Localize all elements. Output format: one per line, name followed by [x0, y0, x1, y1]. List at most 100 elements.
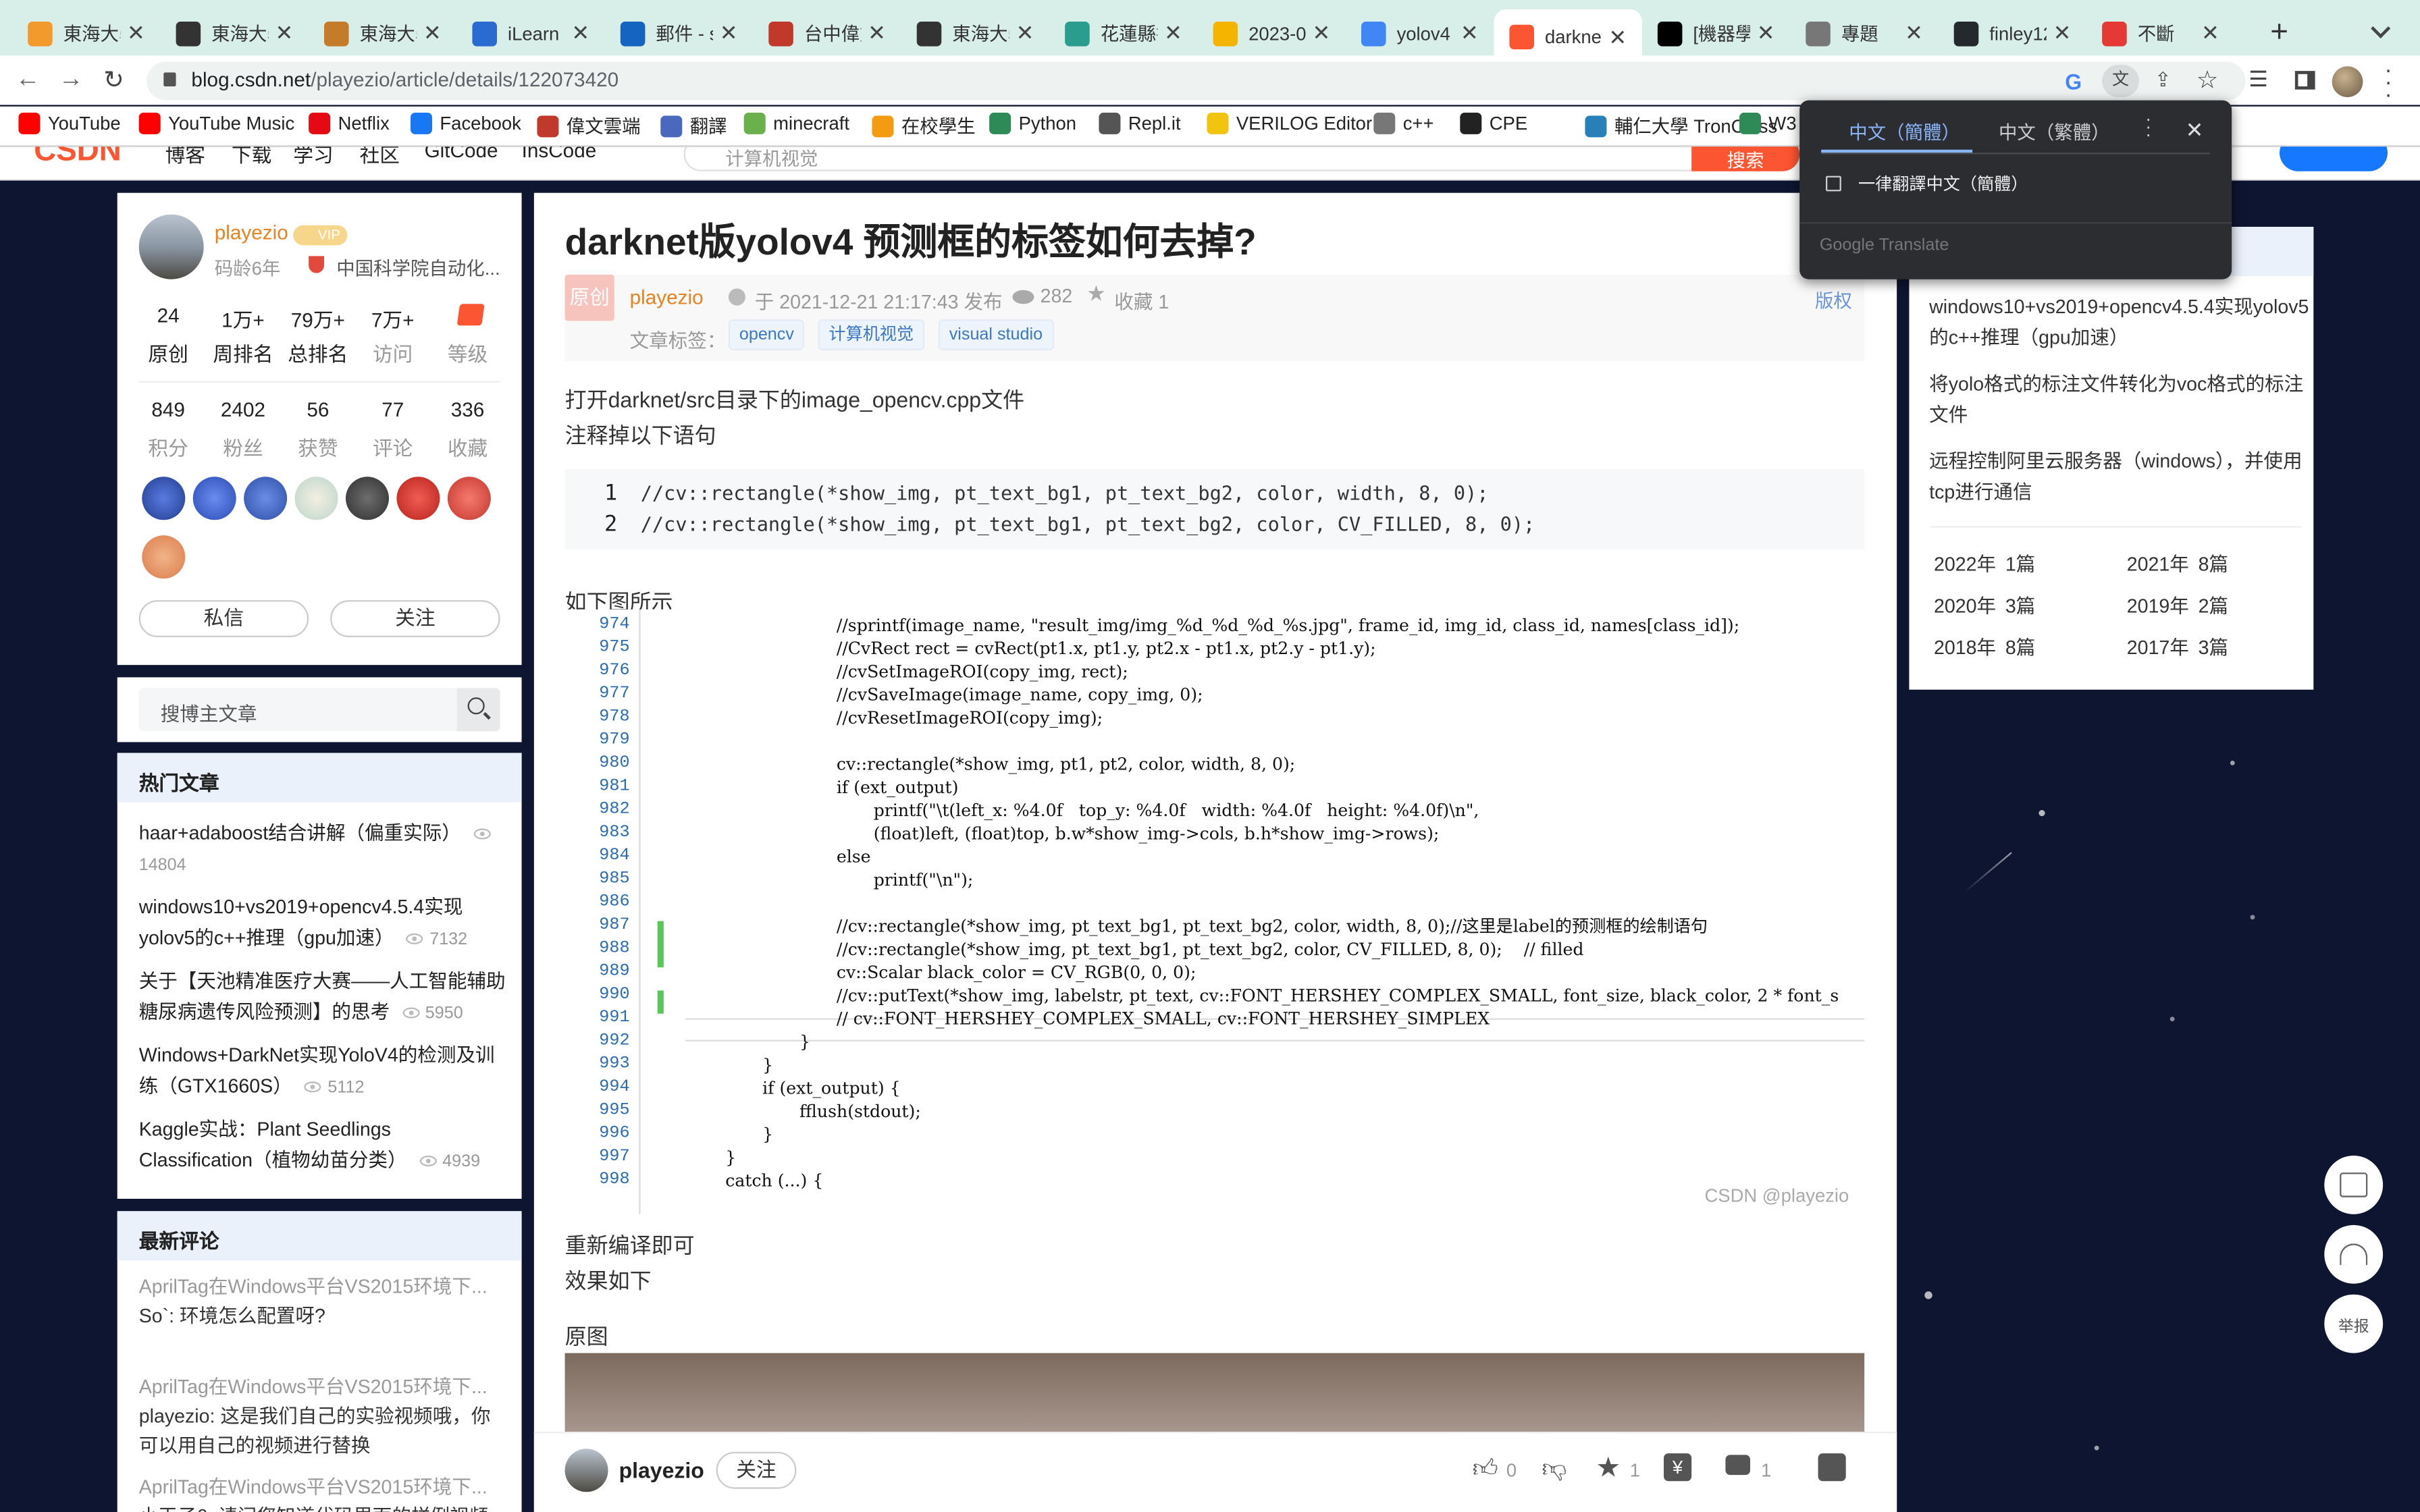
blog-search-input[interactable]: 搜博主文章 [138, 688, 457, 732]
archive-year-item[interactable]: 2022年 1篇 [1934, 547, 2035, 576]
bookmark-item[interactable]: Netflix [309, 112, 390, 134]
support-float-button[interactable] [2324, 1224, 2384, 1284]
bookmark-item[interactable]: VERILOG Editor [1207, 112, 1372, 134]
achievement-badge-monkey-icon[interactable] [447, 477, 491, 520]
csdn-search-input[interactable]: 计算机视觉 [683, 146, 1695, 171]
share-bottom-icon[interactable] [1818, 1453, 1846, 1482]
edit-float-button[interactable] [2324, 1156, 2384, 1214]
code-block[interactable]: 1 //cv::rectangle(*show_img, pt_text_bg1… [564, 468, 1865, 549]
tab-close-icon[interactable]: ✕ [571, 20, 589, 47]
tab-close-icon[interactable]: ✕ [2201, 20, 2219, 47]
bookmark-item[interactable]: CPE [1460, 112, 1527, 134]
csdn-search-button[interactable]: 搜索 [1691, 146, 1800, 171]
bottom-author-avatar[interactable] [564, 1449, 608, 1492]
copyright-link[interactable]: 版权 [1815, 287, 1852, 313]
csdn-nav-item[interactable]: 学习 [293, 146, 333, 168]
related-article-link[interactable]: 将yolo格式的标注文件转化为voc格式的标注文件 [1929, 369, 2309, 430]
back-button[interactable]: ← [16, 66, 41, 94]
browser-tab[interactable]: 東海大學 ✕ [901, 9, 1049, 57]
bookmark-item[interactable]: minecraft [743, 112, 849, 134]
hot-article-item[interactable]: Windows+DarkNet实现YoloV4的检测及训 练（GTX1660S） 5… [139, 1040, 510, 1104]
hot-article-item[interactable]: haar+adaboost结合讲解（偏重实际） 14804 [139, 817, 510, 881]
side-panel-icon[interactable] [2294, 71, 2315, 90]
author-avatar[interactable] [138, 214, 204, 279]
archive-year-item[interactable]: 2021年 8篇 [2127, 547, 2228, 576]
browser-tab[interactable]: 專題 ✕ [1790, 9, 1938, 57]
like-icon[interactable]: 👍︎ [1473, 1455, 1498, 1484]
bookmark-item[interactable]: YouTube Music [138, 112, 294, 134]
bottom-author-name[interactable]: playezio [619, 1458, 704, 1483]
browser-tab[interactable]: 花蓮縣打 ✕ [1049, 9, 1197, 57]
follow-button[interactable]: 关注 [330, 600, 500, 638]
share-icon[interactable]: ⇪ [2155, 68, 2172, 93]
tab-close-icon[interactable]: ✕ [275, 20, 293, 47]
bookmark-item[interactable]: 在校學生 [872, 113, 976, 139]
comment-article-link[interactable]: AprilTag在Windows平台VS2015环境下... [139, 1370, 488, 1399]
lock-icon[interactable] [163, 72, 176, 86]
google-icon[interactable]: G [2065, 70, 2082, 94]
csdn-nav-item[interactable]: 下载 [232, 146, 271, 168]
browser-tab[interactable]: 東海大學 ✕ [309, 9, 456, 57]
tab-close-icon[interactable]: ✕ [1757, 20, 1775, 47]
csdn-create-button[interactable] [2280, 146, 2388, 171]
csdn-nav-item[interactable]: 社区 [360, 146, 400, 168]
bottom-follow-button[interactable]: 关注 [716, 1451, 797, 1489]
achievement-badge-rocket-icon[interactable] [192, 477, 236, 520]
browser-tab[interactable]: yolov4 a ✕ [1346, 9, 1494, 57]
csdn-nav-item[interactable]: GitCode [425, 146, 498, 162]
reward-icon[interactable]: ¥ [1664, 1453, 1692, 1482]
archive-year-item[interactable]: 2017年 3篇 [2127, 631, 2228, 660]
comment-article-link[interactable]: AprilTag在Windows平台VS2015环境下... [139, 1470, 488, 1499]
tab-close-icon[interactable]: ✕ [1461, 20, 1479, 47]
tab-close-icon[interactable]: ✕ [2053, 20, 2072, 47]
message-button[interactable]: 私信 [138, 600, 309, 638]
translate-tab-traditional[interactable]: 中文（繁體） [1999, 119, 2110, 145]
author-name[interactable]: playezio [215, 221, 288, 244]
achievement-badge-three-icon[interactable] [294, 477, 338, 520]
browser-tab[interactable]: 台中偉文 ✕ [753, 9, 901, 57]
translate-close-icon[interactable]: ✕ [2186, 117, 2204, 144]
dislike-icon[interactable]: 👎︎ [1542, 1455, 1567, 1484]
achievement-badge-rocket-icon[interactable] [244, 477, 288, 520]
tab-close-icon[interactable]: ✕ [127, 20, 145, 47]
archive-year-item[interactable]: 2020年 3篇 [1934, 589, 2035, 618]
bookmark-item[interactable]: W3 [1739, 112, 1797, 134]
reload-button[interactable]: ↻ [103, 65, 124, 96]
new-tab-button[interactable]: + [2270, 16, 2288, 51]
browser-tab[interactable]: 東海大學 ✕ [161, 9, 309, 57]
bookmark-item[interactable]: Python [989, 112, 1076, 134]
report-float-button[interactable]: 举报 [2324, 1294, 2384, 1353]
stat-label[interactable]: 收藏 [421, 432, 514, 461]
bookmark-star-icon[interactable]: ☆ [2197, 65, 2219, 96]
hot-article-item[interactable]: 关于【天池精准医疗大赛——人工智能辅助 糖尿病遗传风险预测】的思考 5950 [139, 966, 510, 1029]
article-tag[interactable]: 计算机视觉 [818, 319, 925, 350]
bookmark-item[interactable]: 翻譯 [660, 113, 727, 139]
browser-tab[interactable]: finley12 ✕ [1939, 9, 2086, 57]
bookmark-item[interactable]: YouTube [18, 112, 121, 134]
bookmark-item[interactable]: Facebook [411, 112, 521, 134]
tab-close-icon[interactable]: ✕ [423, 20, 442, 47]
comment-article-link[interactable]: AprilTag在Windows平台VS2015环境下... [139, 1270, 488, 1299]
csdn-nav-item[interactable]: 博客 [165, 146, 205, 168]
browser-menu-icon[interactable]: · · · [2384, 59, 2392, 107]
tab-close-icon[interactable]: ✕ [1016, 20, 1034, 47]
forward-button[interactable]: → [59, 66, 84, 94]
url-text[interactable]: blog.csdn.net/playezio/article/details/1… [191, 66, 619, 94]
browser-tab[interactable]: iLearn 數 ✕ [457, 9, 605, 57]
comment-icon[interactable] [1725, 1455, 1750, 1476]
achievement-badge-pen-icon[interactable] [396, 477, 440, 520]
translate-icon[interactable]: 文 [2102, 65, 2140, 97]
archive-year-item[interactable]: 2018年 8篇 [1934, 631, 2035, 660]
translate-tab-simplified[interactable]: 中文（簡體） [1849, 119, 1960, 145]
tab-close-icon[interactable]: ✕ [720, 20, 738, 47]
related-article-link[interactable]: windows10+vs2019+opencv4.5.4实现yolov5的c++… [1929, 292, 2309, 353]
csdn-logo[interactable]: CSDN [34, 146, 122, 169]
article-tag[interactable]: visual studio [938, 319, 1054, 350]
article-tag[interactable]: opencv [728, 319, 805, 350]
browser-tab[interactable]: [機器學習 ✕ [1642, 9, 1790, 57]
achievement-badge-flower-icon[interactable] [142, 535, 186, 579]
profile-avatar[interactable] [2332, 66, 2363, 97]
code-screenshot-image[interactable]: 974 //sprintf(image_name, "result_img/img… [564, 609, 1865, 1214]
hot-article-item[interactable]: Kaggle实战：Plant Seedlings Classification（植… [139, 1114, 510, 1177]
archive-year-item[interactable]: 2019年 2篇 [2127, 589, 2228, 618]
